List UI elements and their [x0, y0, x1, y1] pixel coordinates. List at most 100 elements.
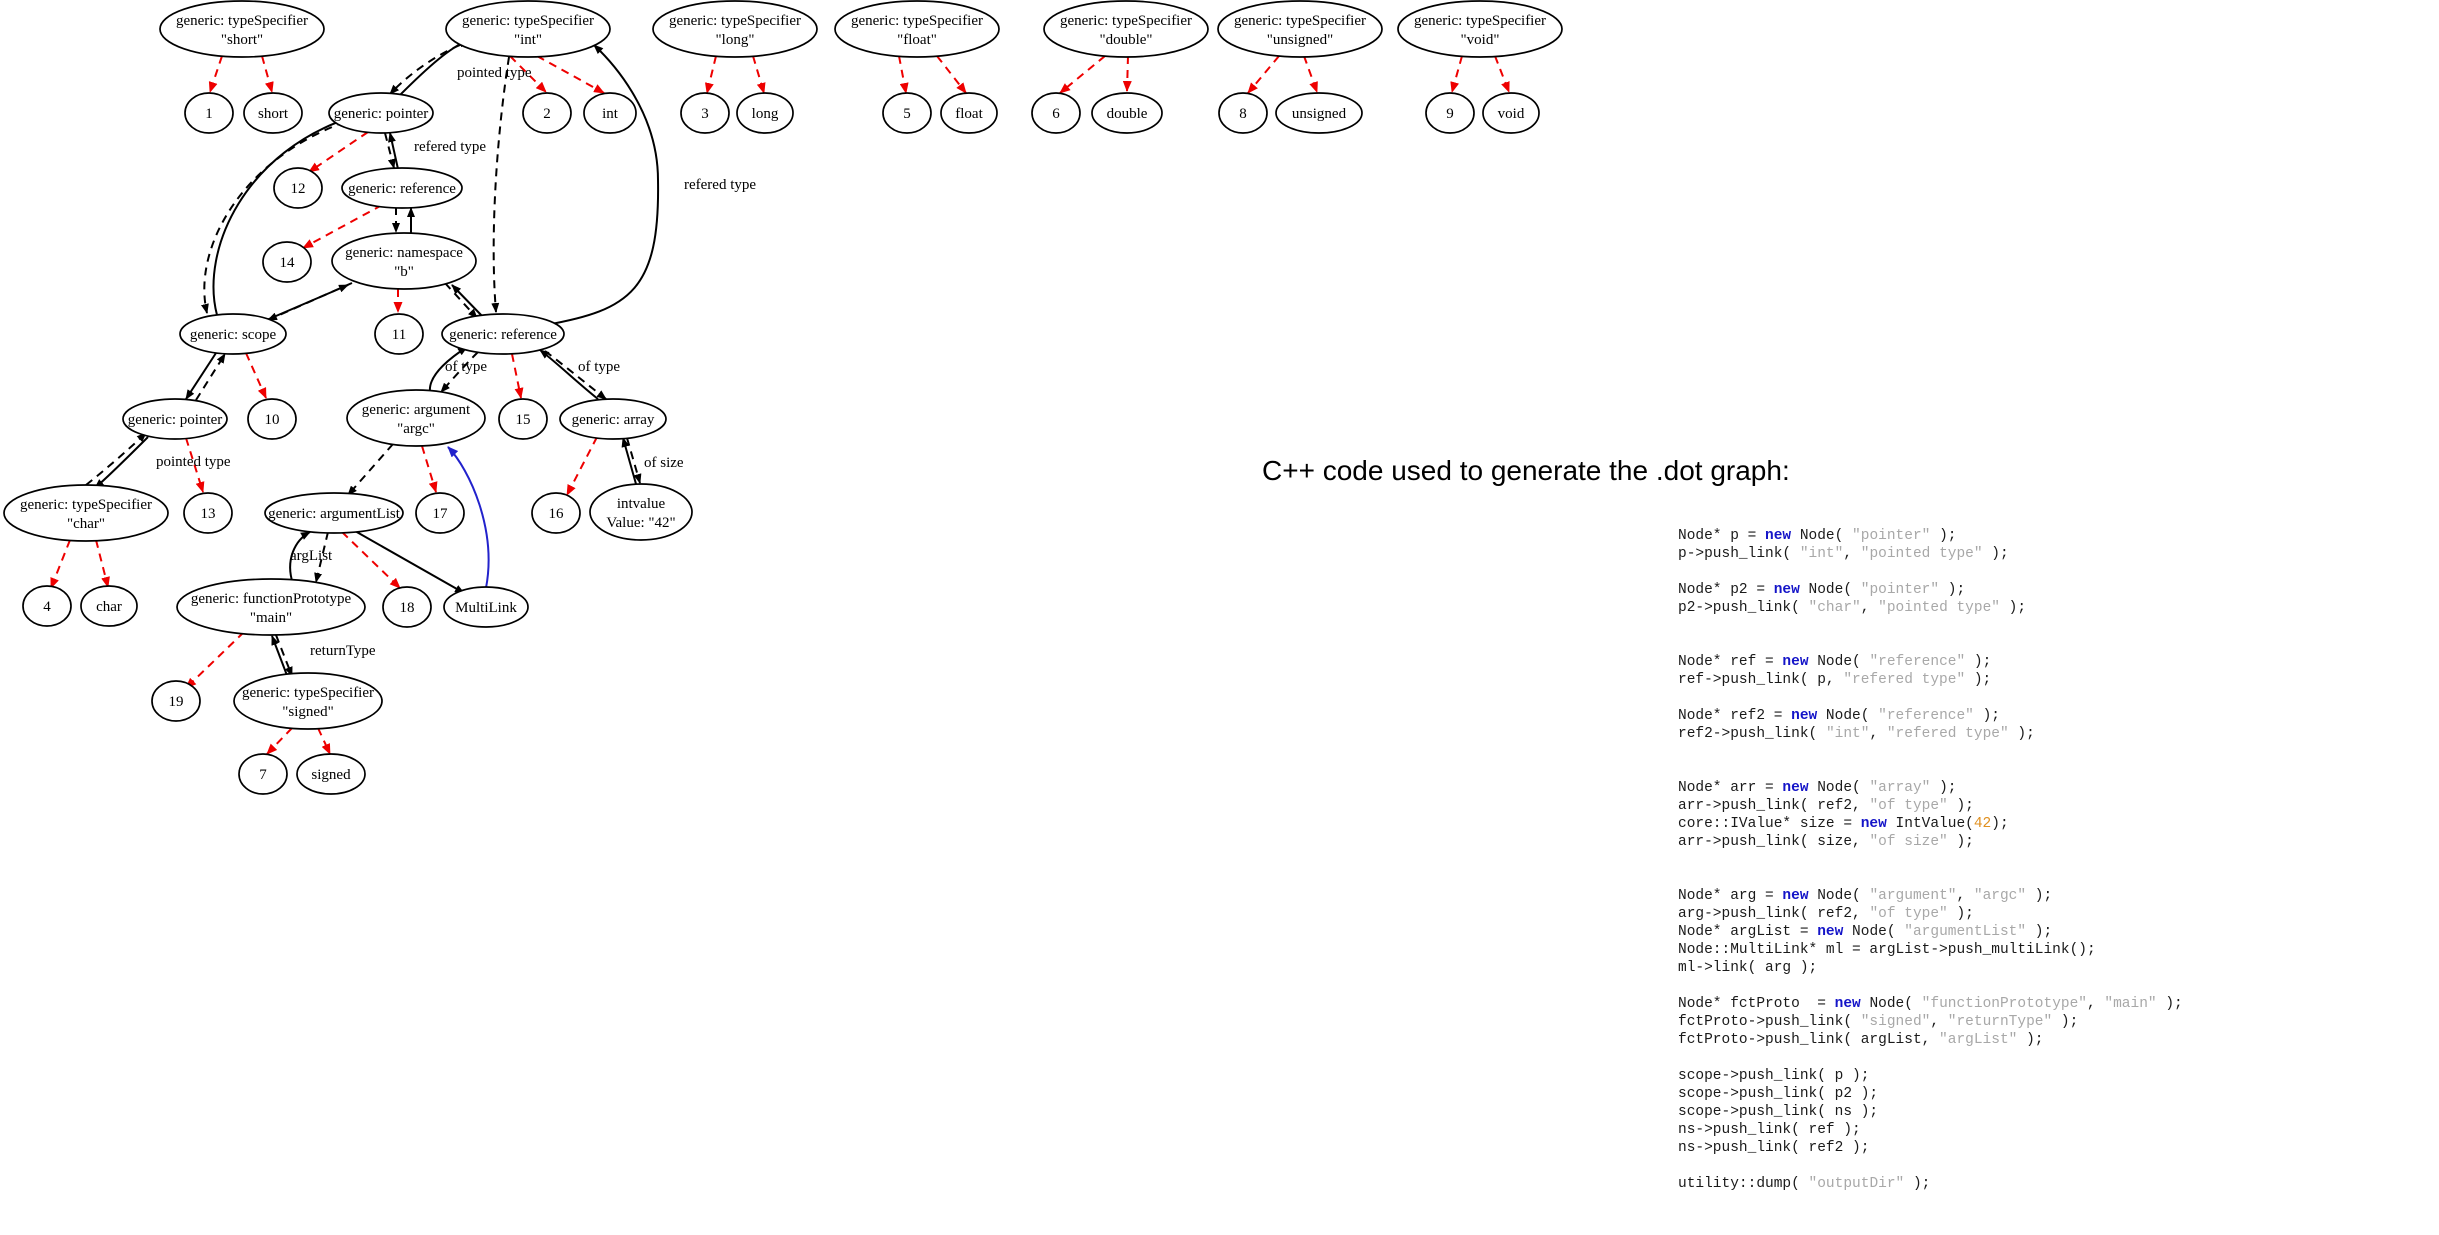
- graph-node[interactable]: char: [80, 585, 138, 627]
- code-line: Node* p = new Node( "pointer" );: [1678, 528, 1957, 544]
- node-label: 4: [43, 599, 51, 615]
- graph-node[interactable]: generic: typeSpecifier "short": [159, 0, 325, 58]
- graph-node[interactable]: generic: scope: [179, 313, 287, 355]
- graph-node[interactable]: 12: [273, 167, 323, 209]
- graph-node[interactable]: float: [940, 92, 998, 134]
- node-ellipse: [1397, 0, 1563, 58]
- graph-node[interactable]: 14: [262, 241, 312, 283]
- graph-node[interactable]: generic: argument "argc": [346, 389, 486, 447]
- graph-node[interactable]: 10: [247, 398, 297, 440]
- graph-node[interactable]: 8: [1218, 92, 1268, 134]
- graph-node[interactable]: 9: [1425, 92, 1475, 134]
- edge-label: pointed type: [457, 65, 532, 81]
- edge-label: of type: [445, 359, 487, 375]
- graph-node[interactable]: generic: typeSpecifier "unsigned": [1217, 0, 1383, 58]
- node-label: 18: [400, 600, 415, 616]
- graph-node[interactable]: 17: [415, 492, 465, 534]
- node-label: Value: "42": [606, 515, 675, 531]
- node-label: 10: [265, 412, 280, 428]
- graph-node[interactable]: generic: typeSpecifier "float": [834, 0, 1000, 58]
- code-line: Node::MultiLink* ml = argList->push_mult…: [1678, 942, 2096, 958]
- node-label: short: [258, 106, 289, 122]
- node-label: 7: [259, 767, 267, 783]
- edge-red: [704, 55, 717, 94]
- node-ellipse: [652, 0, 818, 58]
- graph-node[interactable]: generic: namespace "b": [331, 232, 477, 290]
- node-label: double: [1107, 106, 1148, 122]
- code-line: arr->push_link( ref2, "of type" );: [1678, 798, 1974, 814]
- graph-node[interactable]: signed: [296, 753, 366, 795]
- node-label: generic: argumentList: [268, 506, 401, 522]
- graph-node[interactable]: generic: typeSpecifier "int": [445, 0, 611, 58]
- graph-node[interactable]: intvalue Value: "42": [589, 483, 693, 541]
- graph-node[interactable]: MultiLink: [443, 586, 529, 628]
- graph-node[interactable]: int: [583, 92, 637, 134]
- graph-node[interactable]: generic: typeSpecifier "double": [1043, 0, 1209, 58]
- graph-node[interactable]: unsigned: [1275, 92, 1363, 134]
- graph-node[interactable]: 2: [522, 92, 572, 134]
- node-label: 6: [1052, 106, 1060, 122]
- node-label: float: [955, 106, 983, 122]
- graph-node[interactable]: generic: typeSpecifier "void": [1397, 0, 1563, 58]
- edge-red: [1247, 55, 1280, 94]
- graph-node[interactable]: void: [1482, 92, 1540, 134]
- graph-node[interactable]: 6: [1031, 92, 1081, 134]
- graph-node[interactable]: long: [736, 92, 794, 134]
- graph-node[interactable]: 4: [22, 585, 72, 627]
- graph-node[interactable]: 18: [382, 586, 432, 628]
- node-label: 1: [205, 106, 213, 122]
- edge-label: refered type: [414, 139, 486, 155]
- graph-node[interactable]: generic: array: [559, 398, 667, 440]
- node-label: unsigned: [1292, 106, 1347, 122]
- graph-node[interactable]: 16: [531, 492, 581, 534]
- edge-red: [50, 539, 71, 589]
- graph-node[interactable]: generic: argumentList: [264, 492, 404, 534]
- graph-node[interactable]: 3: [680, 92, 730, 134]
- page-title: C++ code used to generate the .dot graph…: [1262, 455, 1790, 486]
- node-label: 15: [516, 412, 531, 428]
- graph-node[interactable]: generic: pointer: [122, 398, 228, 440]
- graph-node[interactable]: generic: reference: [341, 167, 463, 209]
- graph-node[interactable]: generic: pointer: [328, 92, 434, 134]
- node-ellipse: [834, 0, 1000, 58]
- node-ellipse: [1217, 0, 1383, 58]
- graph-node[interactable]: generic: typeSpecifier "long": [652, 0, 818, 58]
- edge-refered-type-right: [545, 44, 660, 326]
- node-label: generic: argument: [362, 402, 471, 418]
- node-label: 11: [392, 327, 406, 343]
- node-label: generic: functionPrototype: [191, 591, 352, 607]
- node-label: generic: namespace: [345, 245, 463, 261]
- code-line: Node* argList = new Node( "argumentList"…: [1678, 924, 2053, 940]
- node-label: "int": [514, 32, 542, 48]
- node-label: generic: reference: [449, 327, 557, 343]
- code-line: ml->link( arg );: [1678, 960, 1818, 976]
- node-label: MultiLink: [455, 600, 517, 616]
- graph-node[interactable]: generic: typeSpecifier "char": [3, 484, 169, 542]
- graph-node[interactable]: short: [243, 92, 303, 134]
- code-line: Node* arr = new Node( "array" );: [1678, 780, 1957, 796]
- node-label: 17: [433, 506, 449, 522]
- graph-node[interactable]: 5: [882, 92, 932, 134]
- code-line: fctProto->push_link( argList, "argList" …: [1678, 1032, 2044, 1048]
- graph-node[interactable]: 19: [151, 680, 201, 722]
- graph-node[interactable]: double: [1091, 92, 1163, 134]
- graph-node[interactable]: 15: [498, 398, 548, 440]
- graph-node[interactable]: 11: [374, 313, 424, 355]
- edge-red: [261, 55, 274, 93]
- graph-node[interactable]: 7: [238, 753, 288, 795]
- graph-node[interactable]: generic: reference: [441, 313, 565, 355]
- code-line: scope->push_link( p );: [1678, 1068, 1870, 1084]
- edge-red: [308, 131, 369, 173]
- graph-node[interactable]: 1: [184, 92, 234, 134]
- edge-black: [261, 284, 349, 323]
- node-label: 12: [291, 181, 306, 197]
- node-label: "argc": [397, 421, 435, 437]
- graph-node[interactable]: 13: [183, 492, 233, 534]
- edge-red: [208, 55, 223, 93]
- graph-node[interactable]: generic: functionPrototype "main": [176, 578, 366, 636]
- graph-node[interactable]: generic: typeSpecifier "signed": [233, 672, 383, 730]
